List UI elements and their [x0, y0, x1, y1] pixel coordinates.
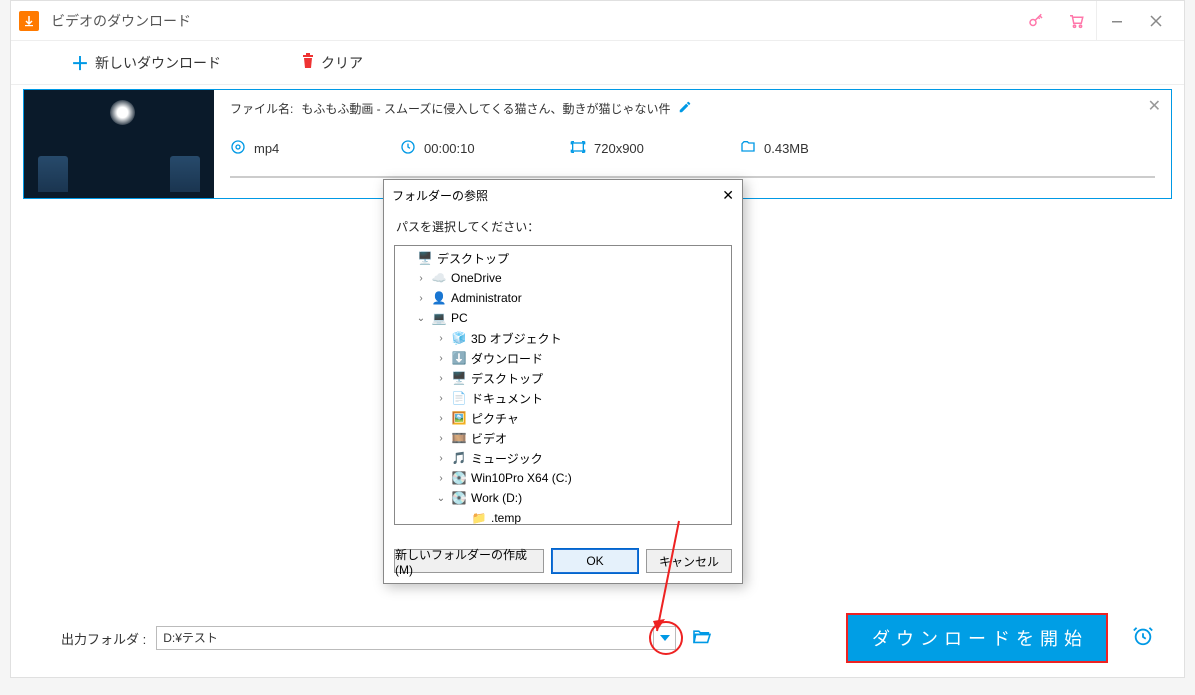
- clock-icon: [400, 139, 416, 158]
- toolbar: ＋ 新しいダウンロード クリア: [11, 41, 1184, 85]
- titlebar: ビデオのダウンロード: [11, 1, 1184, 41]
- dialog-close-icon[interactable]: ✕: [722, 187, 734, 204]
- resolution-icon: [570, 139, 586, 158]
- schedule-icon[interactable]: [1132, 625, 1154, 652]
- clear-label: クリア: [321, 53, 363, 73]
- folder-tree[interactable]: 🖥️デスクトップ ›☁️OneDrive ›👤Administrator ⌄💻P…: [394, 245, 732, 525]
- window-title: ビデオのダウンロード: [51, 11, 1016, 31]
- new-download-label: 新しいダウンロード: [95, 53, 221, 73]
- tree-node-documents[interactable]: ›📄ドキュメント: [395, 388, 731, 408]
- tree-node-desktop2[interactable]: ›🖥️デスクトップ: [395, 368, 731, 388]
- tree-node-pc[interactable]: ⌄💻PC: [395, 308, 731, 328]
- tree-node-downloads[interactable]: ›⬇️ダウンロード: [395, 348, 731, 368]
- license-key-icon[interactable]: [1016, 1, 1056, 41]
- resolution-text: 720x900: [594, 141, 644, 156]
- output-path-text: D:¥テスト: [157, 627, 653, 649]
- tree-node-desktop[interactable]: 🖥️デスクトップ: [395, 248, 731, 268]
- open-folder-icon[interactable]: [692, 628, 712, 649]
- tree-node-videos[interactable]: ›🎞️ビデオ: [395, 428, 731, 448]
- main-window: ビデオのダウンロード ＋ 新しいダウンロード クリア: [10, 0, 1185, 678]
- tree-node-ddrive[interactable]: ⌄💽Work (D:): [395, 488, 731, 508]
- format-icon: [230, 139, 246, 158]
- clear-button[interactable]: クリア: [301, 53, 363, 73]
- dialog-title: フォルダーの参照: [392, 187, 488, 204]
- plus-icon: ＋: [71, 50, 89, 76]
- tree-node-3dobjects[interactable]: ›🧊3D オブジェクト: [395, 328, 731, 348]
- cancel-button[interactable]: キャンセル: [646, 549, 732, 573]
- output-folder-label: 出力フォルダ :: [61, 629, 146, 648]
- dialog-instruction: パスを選択してください：: [384, 210, 742, 241]
- duration-text: 00:00:10: [424, 141, 475, 156]
- tree-node-temp[interactable]: 📁.temp: [395, 508, 731, 525]
- minimize-button[interactable]: [1096, 1, 1136, 41]
- edit-filename-icon[interactable]: [678, 100, 692, 117]
- cart-icon[interactable]: [1056, 1, 1096, 41]
- close-button[interactable]: [1136, 1, 1176, 41]
- tree-node-music[interactable]: ›🎵ミュージック: [395, 448, 731, 468]
- remove-item-icon[interactable]: ✕: [1148, 96, 1161, 116]
- filename-label: ファイル名:: [230, 100, 293, 117]
- trash-icon: [301, 53, 315, 72]
- output-path-dropdown-icon[interactable]: [653, 627, 675, 649]
- start-download-button[interactable]: ダウンロードを開始: [846, 613, 1108, 663]
- tree-node-pictures[interactable]: ›🖼️ピクチャ: [395, 408, 731, 428]
- size-icon: [740, 139, 756, 158]
- bottom-bar: 出力フォルダ : D:¥テスト ダウンロードを開始: [11, 613, 1184, 663]
- tree-node-cdrive[interactable]: ›💽Win10Pro X64 (C:): [395, 468, 731, 488]
- new-folder-button[interactable]: 新しいフォルダーの作成(M): [394, 549, 544, 573]
- folder-browse-dialog: フォルダーの参照 ✕ パスを選択してください： 🖥️デスクトップ ›☁️OneD…: [383, 179, 743, 584]
- progress-bar: [230, 176, 1155, 178]
- video-thumbnail: [24, 90, 214, 198]
- output-path-field[interactable]: D:¥テスト: [156, 626, 676, 650]
- new-download-button[interactable]: ＋ 新しいダウンロード: [71, 50, 221, 76]
- format-text: mp4: [254, 141, 279, 156]
- filename-text: もふもふ動画 - スムーズに侵入してくる猫さん、動きが猫じゃない件: [301, 100, 670, 117]
- tree-node-admin[interactable]: ›👤Administrator: [395, 288, 731, 308]
- app-icon: [19, 11, 39, 31]
- size-text: 0.43MB: [764, 141, 809, 156]
- ok-button[interactable]: OK: [552, 549, 638, 573]
- tree-node-onedrive[interactable]: ›☁️OneDrive: [395, 268, 731, 288]
